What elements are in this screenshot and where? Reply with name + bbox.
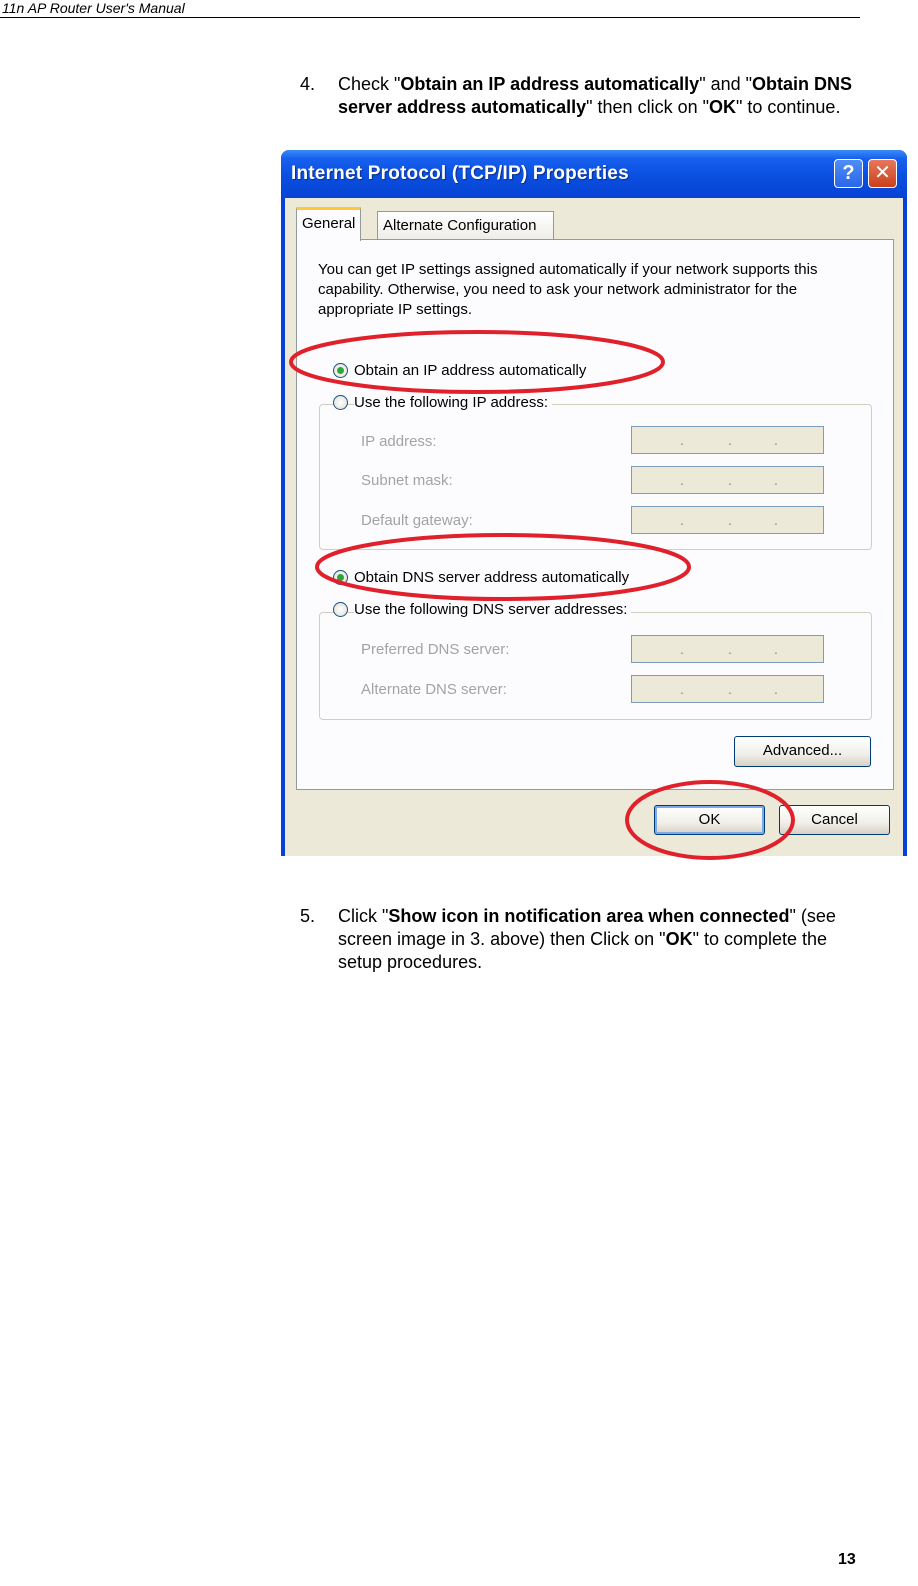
preferred-dns-field: . . .: [631, 635, 824, 663]
step-4-number: 4.: [300, 74, 316, 94]
ip-dot: .: [774, 432, 778, 448]
general-tab-panel: You can get IP settings assigned automat…: [296, 239, 894, 790]
step-5: 5. Click "Show icon in notification area…: [300, 905, 865, 977]
dns-server-group: Preferred DNS server: . . . Alternate DN…: [319, 612, 872, 720]
ip-dot: .: [728, 432, 732, 448]
ip-dot: .: [728, 472, 732, 488]
step-4-text-part: " and ": [699, 74, 753, 94]
ip-address-field: . . .: [631, 426, 824, 454]
ip-dot: .: [680, 432, 684, 448]
ip-dot: .: [680, 472, 684, 488]
step-5-text-part: Click ": [338, 906, 389, 926]
ip-dot: .: [774, 512, 778, 528]
subnet-mask-field: . . .: [631, 466, 824, 494]
step-4-text-part: Check ": [338, 74, 401, 94]
header-rule: [0, 17, 860, 18]
ip-dot: .: [680, 641, 684, 657]
radio-selected-icon: [333, 570, 348, 585]
ip-dot: .: [774, 681, 778, 697]
ip-dot: .: [680, 681, 684, 697]
step-4-text: Check "Obtain an IP address automaticall…: [338, 73, 863, 119]
step-4-bold-ip: Obtain an IP address automatically: [400, 74, 700, 94]
step-5-bold-ok: OK: [665, 929, 693, 949]
ip-dot: .: [728, 512, 732, 528]
info-text: You can get IP settings assigned automat…: [318, 261, 818, 318]
step-4-bold-ok: OK: [708, 97, 736, 117]
step-5-text: Click "Show icon in notification area wh…: [338, 905, 863, 974]
ip-dot: .: [680, 512, 684, 528]
ip-address-label: IP address:: [361, 433, 437, 450]
ok-button[interactable]: OK: [654, 805, 765, 835]
preferred-dns-label: Preferred DNS server:: [361, 641, 510, 658]
radio-unselected-icon: [333, 602, 348, 617]
tab-alternate-configuration[interactable]: Alternate Configuration: [377, 211, 554, 242]
radio-obtain-dns-auto[interactable]: Obtain DNS server address automatically: [333, 568, 793, 590]
step-5-bold-show-icon: Show icon in notification area when conn…: [388, 906, 790, 926]
dialog-client-area: General Alternate Configuration You can …: [285, 198, 903, 856]
tab-general[interactable]: General: [296, 207, 362, 241]
cancel-button[interactable]: Cancel: [779, 805, 890, 835]
radio-obtain-ip-auto-label: Obtain an IP address automatically: [354, 361, 591, 381]
default-gateway-field: . . .: [631, 506, 824, 534]
ip-address-group: IP address: . . . Subnet mask: . . . Def…: [319, 404, 872, 550]
subnet-mask-label: Subnet mask:: [361, 472, 453, 489]
advanced-button[interactable]: Advanced...: [734, 736, 871, 767]
close-icon[interactable]: ✕: [868, 159, 897, 188]
step-4-text-part: " then click on ": [586, 97, 709, 117]
help-icon[interactable]: ?: [834, 159, 863, 188]
alternate-dns-label: Alternate DNS server:: [361, 681, 507, 698]
step-4: 4. Check "Obtain an IP address automatic…: [300, 73, 865, 145]
step-5-number: 5.: [300, 906, 316, 926]
default-gateway-label: Default gateway:: [361, 512, 473, 529]
radio-use-following-ip[interactable]: Use the following IP address:: [333, 393, 793, 415]
tcpip-properties-dialog: Internet Protocol (TCP/IP) Properties ? …: [281, 150, 907, 856]
ip-dot: .: [774, 641, 778, 657]
dialog-title: Internet Protocol (TCP/IP) Properties: [291, 163, 629, 184]
ip-dot: .: [728, 681, 732, 697]
radio-use-following-ip-label: Use the following IP address:: [354, 393, 552, 413]
dialog-titlebar[interactable]: Internet Protocol (TCP/IP) Properties ? …: [281, 150, 907, 198]
ip-dot: .: [728, 641, 732, 657]
radio-use-following-dns[interactable]: Use the following DNS server addresses:: [333, 600, 793, 622]
step-4-text-part: " to continue.: [735, 97, 841, 117]
page-number: 13: [838, 1551, 856, 1568]
radio-unselected-icon: [333, 395, 348, 410]
alternate-dns-field: . . .: [631, 675, 824, 703]
manual-header: 11n AP Router User's Manual: [2, 0, 185, 16]
radio-selected-icon: [333, 363, 348, 378]
radio-obtain-dns-auto-label: Obtain DNS server address automatically: [354, 568, 634, 588]
radio-use-following-dns-label: Use the following DNS server addresses:: [354, 600, 632, 620]
ip-dot: .: [774, 472, 778, 488]
radio-obtain-ip-auto[interactable]: Obtain an IP address automatically: [333, 361, 793, 383]
